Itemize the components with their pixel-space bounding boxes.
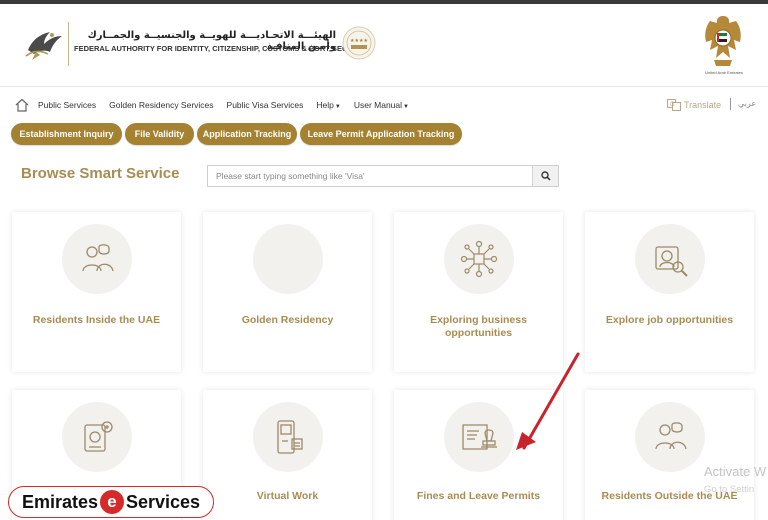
card-label: Explore job opportunities [605, 314, 734, 326]
search-bar [207, 165, 559, 187]
logo-divider [68, 22, 69, 66]
language-switch[interactable]: عربي [738, 99, 756, 108]
job-search-icon [654, 246, 688, 277]
search-button[interactable] [532, 166, 558, 186]
service-card-residents-inside[interactable]: Residents Inside the UAE [12, 212, 181, 372]
file-validity-button[interactable]: File Validity [125, 123, 194, 145]
card-icon-circle [634, 224, 705, 294]
nav-separator [0, 86, 768, 87]
stamp-document-icon [461, 424, 497, 450]
nav-public-services[interactable]: Public Services [38, 100, 96, 110]
card-icon-circle [252, 402, 323, 472]
card-label: Exploring business opportunities [430, 314, 527, 339]
service-card-virtual-work[interactable]: Virtual Work [203, 390, 372, 520]
service-card-golden-residency[interactable]: Golden Residency [203, 212, 372, 372]
card-icon-circle [443, 224, 514, 294]
svg-text:★★★★: ★★★★ [350, 38, 368, 44]
nav-user-manual[interactable]: User Manual▼ [354, 100, 409, 110]
emirates-eservices-logo: Emirates e Services [8, 486, 214, 518]
residents-outside-icon [654, 422, 687, 450]
home-icon[interactable] [14, 97, 30, 113]
browse-title: Browse Smart Service [21, 165, 180, 182]
establishment-inquiry-button[interactable]: Establishment Inquiry [11, 123, 122, 145]
card-label: Residents Inside the UAE [32, 314, 161, 326]
search-input[interactable] [208, 166, 532, 186]
service-card-residents-outside[interactable]: Residents Outside the UAE [585, 390, 754, 520]
brand-e-icon: e [99, 490, 124, 514]
emblem-caption: United Arab Emirates [705, 70, 743, 75]
windows-activation-subtext: Go to Settin [704, 484, 755, 495]
chevron-down-icon: ▼ [334, 104, 341, 110]
search-icon [540, 171, 551, 181]
card-label: Golden Residency [241, 314, 334, 326]
card-icon-circle [61, 224, 132, 294]
brand-suffix: Services [125, 491, 201, 512]
award-seal-icon: ★★★★ [342, 26, 376, 60]
nav-public-visa-services[interactable]: Public Visa Services [227, 100, 304, 110]
site-header: الهيئـــة الاتحـاديـــة للهويــة والجنسي… [0, 4, 768, 86]
business-network-icon [460, 240, 497, 278]
card-label: Virtual Work [256, 490, 319, 502]
brand-prefix: Emirates [21, 491, 98, 512]
authority-name-english: FEDERAL AUTHORITY FOR IDENTITY, CITIZENS… [74, 44, 370, 53]
translate-button[interactable]: G Translate [667, 99, 721, 111]
card-icon-circle [61, 402, 132, 472]
uae-emblem-icon [705, 16, 741, 66]
falcon-logo-icon[interactable] [22, 22, 66, 64]
card-icon-circle [634, 402, 705, 472]
svg-text:G: G [670, 102, 675, 108]
nav-help[interactable]: Help▼ [316, 100, 340, 110]
translate-icon: G [667, 99, 681, 111]
nav-golden-residency-services[interactable]: Golden Residency Services [109, 100, 213, 110]
translate-label: Translate [684, 100, 722, 110]
residents-icon [81, 244, 114, 272]
card-icon-circle [252, 224, 323, 294]
chevron-down-icon: ▼ [403, 104, 409, 110]
document-settings-icon [83, 421, 113, 452]
leave-permit-tracking-button[interactable]: Leave Permit Application Tracking [300, 123, 462, 145]
language-separator [730, 98, 731, 110]
kiosk-icon [276, 420, 303, 454]
card-label: Fines and Leave Permits [416, 490, 541, 502]
annotation-arrow [516, 352, 580, 450]
main-nav: Public Services Golden Residency Service… [14, 95, 422, 115]
service-card-business-opportunities[interactable]: Exploring business opportunities [394, 212, 563, 372]
service-card-job-opportunities[interactable]: Explore job opportunities [585, 212, 754, 372]
application-tracking-button[interactable]: Application Tracking [197, 123, 297, 145]
windows-activation-watermark: Activate W [704, 464, 767, 479]
quick-links: Establishment Inquiry File Validity Appl… [11, 123, 462, 145]
